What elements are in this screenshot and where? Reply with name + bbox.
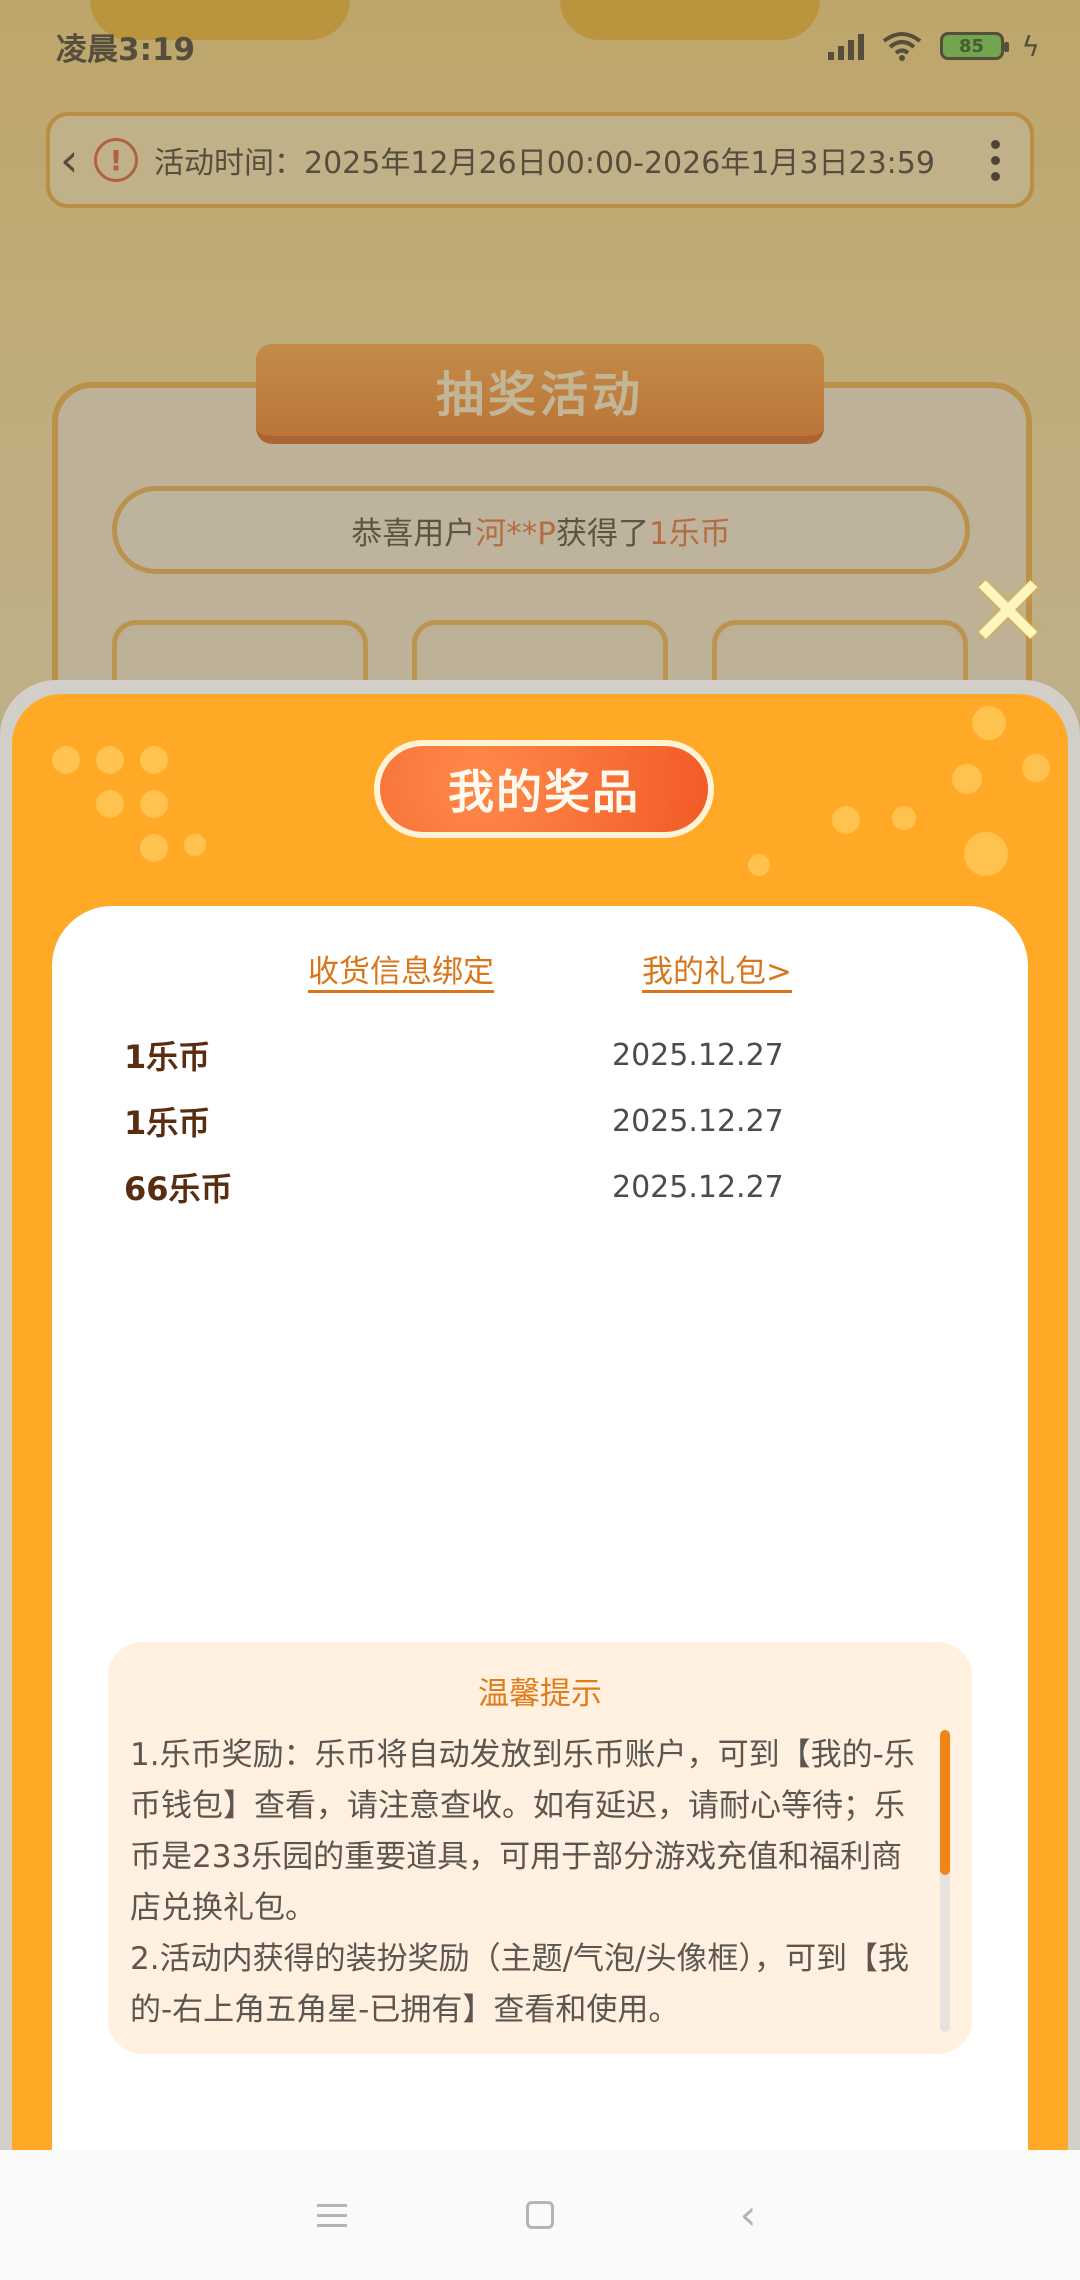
prize-name: 66乐币 (124, 1170, 233, 1208)
my-gifts-link[interactable]: 我的礼包> (642, 946, 792, 991)
prize-name: 1乐币 (124, 1104, 211, 1142)
decor-dot (748, 854, 770, 876)
menu-icon[interactable] (308, 2191, 356, 2239)
my-prizes-panel: 我的奖品 收货信息绑定 我的礼包> 1乐币 2025.12.27 1乐币 202… (12, 694, 1068, 2150)
tips-paragraph: 1.乐币奖励：乐币将自动发放到乐币账户，可到【我的-乐币钱包】查看，请注意查收。… (130, 1737, 915, 1926)
shipping-info-link[interactable]: 收货信息绑定 (308, 946, 494, 991)
decor-dot (140, 790, 168, 818)
prize-row: 1乐币 2025.12.27 (124, 1022, 984, 1088)
decor-dot (892, 806, 916, 830)
my-prizes-sheet: 我的奖品 收货信息绑定 我的礼包> 1乐币 2025.12.27 1乐币 202… (0, 680, 1080, 2150)
prize-row: 1乐币 2025.12.27 (124, 1088, 984, 1154)
tips-paragraph: 2.活动内获得的装扮奖励（主题/气泡/头像框），可到【我的-右上角五角星-已拥有… (130, 1941, 909, 2028)
tips-box[interactable]: 温馨提示 1.乐币奖励：乐币将自动发放到乐币账户，可到【我的-乐币钱包】查看，请… (108, 1642, 972, 2054)
tips-text: 1.乐币奖励：乐币将自动发放到乐币账户，可到【我的-乐币钱包】查看，请注意查收。… (130, 1730, 930, 2036)
prize-list: 1乐币 2025.12.27 1乐币 2025.12.27 66乐币 2025.… (124, 1022, 984, 1220)
decor-dot (964, 832, 1008, 876)
close-icon[interactable]: ✕ (960, 562, 1056, 662)
back-chevron-icon[interactable]: ‹ (724, 2191, 772, 2239)
decor-dot (140, 834, 168, 862)
tips-title: 温馨提示 (478, 1676, 602, 1712)
prize-date: 2025.12.27 (612, 1103, 784, 1139)
tips-scrollbar[interactable] (940, 1730, 950, 2032)
decor-dot (140, 746, 168, 774)
prize-row: 66乐币 2025.12.27 (124, 1154, 984, 1220)
decor-dot (184, 834, 206, 856)
decor-dot (1022, 754, 1050, 782)
prize-date: 2025.12.27 (612, 1169, 784, 1205)
prizes-content-card: 收货信息绑定 我的礼包> 1乐币 2025.12.27 1乐币 2025.12.… (52, 906, 1028, 2150)
home-square-icon[interactable] (516, 2191, 564, 2239)
my-prizes-title-text: 我的奖品 (380, 746, 708, 832)
decor-dot (832, 806, 860, 834)
decor-dot (952, 764, 982, 794)
link-row: 收货信息绑定 我的礼包> (52, 946, 1028, 996)
decor-dot (972, 706, 1006, 740)
my-prizes-title: 我的奖品 (374, 740, 714, 838)
tips-scroll-thumb[interactable] (940, 1730, 950, 1875)
prize-date: 2025.12.27 (612, 1037, 784, 1073)
decor-dot (96, 790, 124, 818)
decor-dot (96, 746, 124, 774)
decor-dot (52, 746, 80, 774)
system-nav-bar: ‹ (0, 2150, 1080, 2280)
prize-name: 1乐币 (124, 1038, 211, 1076)
